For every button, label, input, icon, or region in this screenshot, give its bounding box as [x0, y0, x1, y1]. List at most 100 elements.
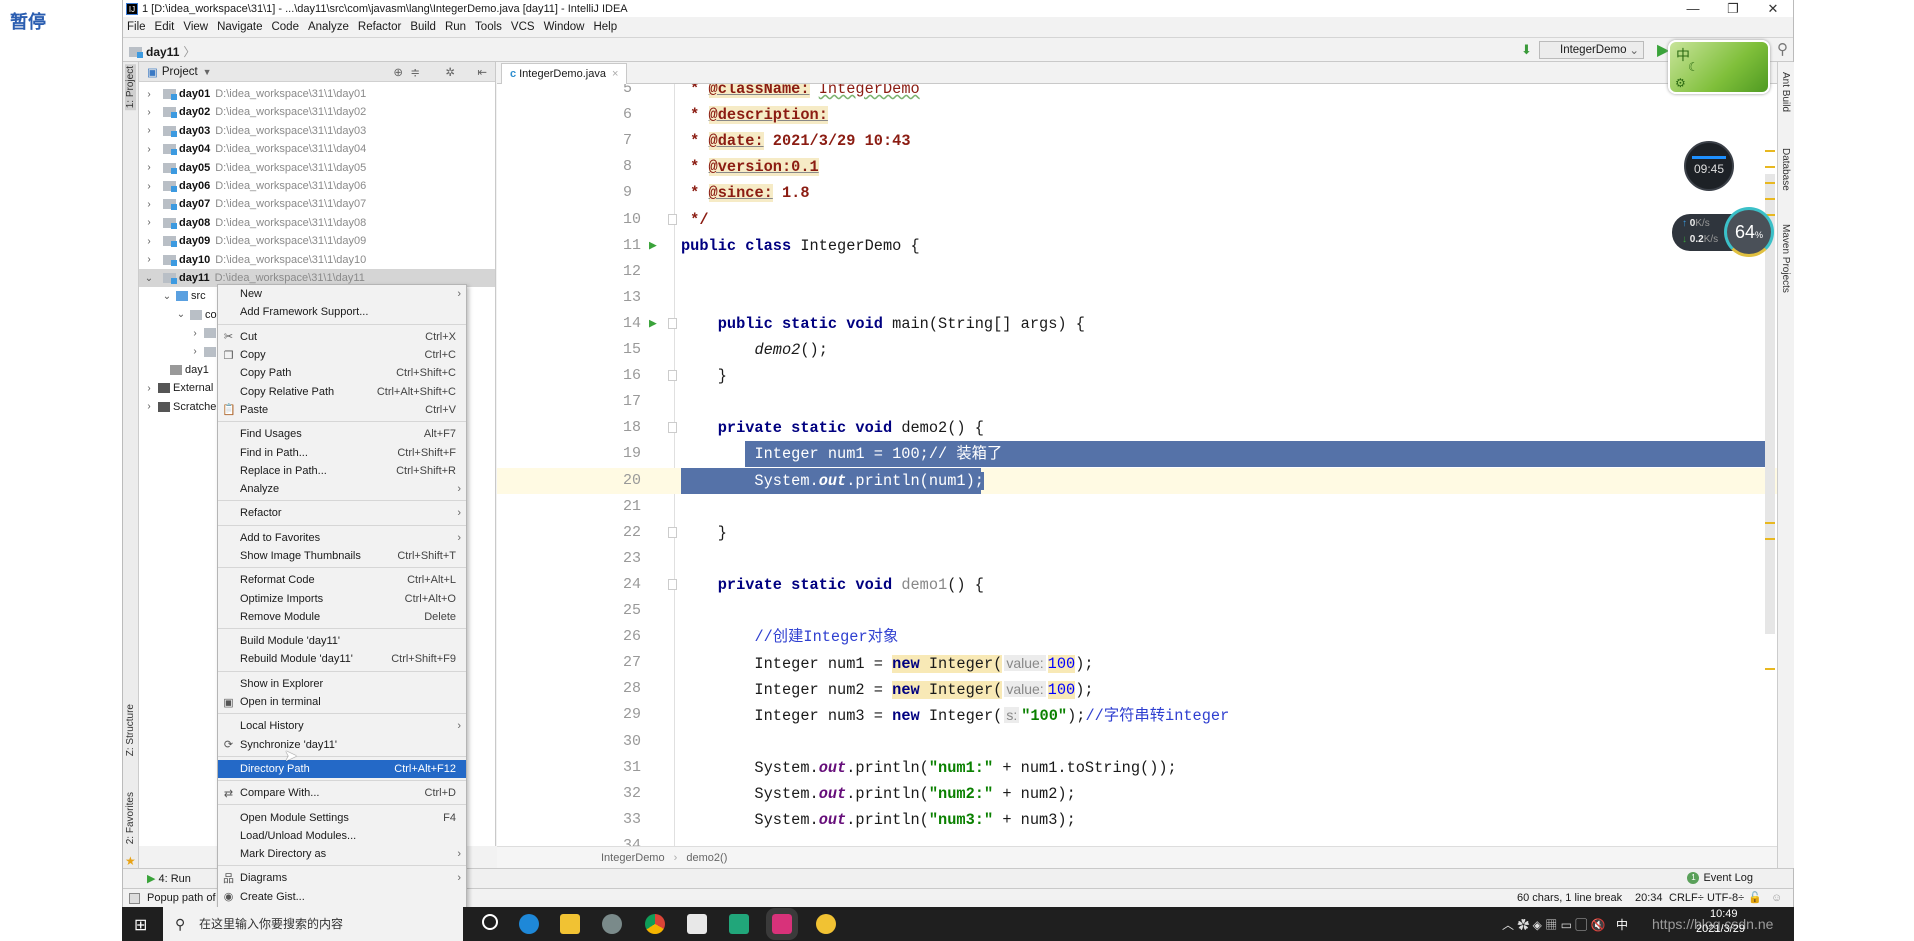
app-icon[interactable]: [602, 914, 622, 934]
line-separator[interactable]: CRLF÷: [1669, 889, 1704, 907]
menu-item-mark-directory-as[interactable]: Mark Directory as ›: [218, 845, 466, 863]
pycharm-icon[interactable]: [729, 914, 749, 934]
code-line[interactable]: 17: [497, 389, 1777, 415]
run-gutter-icon[interactable]: ▶: [649, 233, 657, 259]
nav-breadcrumb[interactable]: day11 〉: [129, 43, 195, 60]
event-log-button[interactable]: 1 Event Log: [1687, 872, 1753, 884]
code-line[interactable]: 24 private static void demo1() {: [497, 572, 1777, 598]
ant-build-tool-button[interactable]: Ant Build: [1780, 72, 1791, 112]
menu-file[interactable]: File: [127, 21, 146, 33]
error-stripe-mark[interactable]: [1765, 182, 1775, 184]
menu-tools[interactable]: Tools: [475, 21, 502, 33]
error-stripe-mark[interactable]: [1765, 522, 1775, 524]
code-line[interactable]: 11 ▶ public class IntegerDemo {: [497, 233, 1777, 259]
code-line[interactable]: 13: [497, 285, 1777, 311]
code-line[interactable]: 21: [497, 494, 1777, 520]
code-line[interactable]: 12: [497, 259, 1777, 285]
code-line[interactable]: 14 ▶ public static void main(String[] arg…: [497, 311, 1777, 337]
menu-item-open-module-settings[interactable]: Open Module Settings F4: [218, 808, 466, 826]
run-gutter-icon[interactable]: ▶: [649, 311, 657, 337]
chevron-down-icon[interactable]: ⌄: [175, 309, 187, 320]
taskbar-clock-time[interactable]: 10:49: [1710, 908, 1738, 920]
fold-icon[interactable]: [668, 370, 677, 382]
sort-icon[interactable]: ⬇: [1521, 42, 1532, 58]
close-tab-icon[interactable]: ×: [612, 68, 618, 80]
code-line[interactable]: 29 Integer num3 = new Integer(s: "100");/…: [497, 702, 1777, 728]
menu-run[interactable]: Run: [445, 21, 466, 33]
menu-item-load-unload-modules[interactable]: Load/Unload Modules...: [218, 827, 466, 845]
code-line[interactable]: 22 }: [497, 520, 1777, 546]
tree-item-module[interactable]: › day03 D:\idea_workspace\31\1\day03: [139, 122, 495, 140]
cortana-icon[interactable]: [482, 914, 498, 930]
code-line[interactable]: 10 */: [497, 207, 1777, 233]
inspector-icon[interactable]: ☺: [1771, 889, 1782, 907]
chevron-right-icon[interactable]: ›: [143, 401, 155, 412]
menu-item-copy-relative-path[interactable]: Copy Relative Path Ctrl+Alt+Shift+C: [218, 382, 466, 400]
help-icon[interactable]: [816, 914, 836, 934]
menu-item-build-module-day11[interactable]: Build Module 'day11': [218, 632, 466, 650]
menu-item-compare-with[interactable]: ⇄ Compare With... Ctrl+D: [218, 784, 466, 802]
code-line[interactable]: 23: [497, 546, 1777, 572]
chevron-down-icon[interactable]: ⌄: [161, 291, 173, 302]
error-stripe-mark[interactable]: [1765, 150, 1775, 152]
menu-view[interactable]: View: [183, 21, 208, 33]
structure-tool-button[interactable]: Z: Structure: [125, 704, 136, 756]
fold-icon[interactable]: [668, 422, 677, 434]
taskbar-clock-date[interactable]: 2021/3/29: [1696, 923, 1745, 935]
gear-icon[interactable]: ⚙: [1675, 76, 1686, 90]
tree-item-module[interactable]: › day04 D:\idea_workspace\31\1\day04: [139, 140, 495, 158]
menu-item-create-gist[interactable]: ◉ Create Gist...: [218, 888, 466, 906]
code-line[interactable]: 16 }: [497, 363, 1777, 389]
code-line[interactable]: 6 * @description:: [497, 102, 1777, 128]
menu-item-show-in-explorer[interactable]: Show in Explorer: [218, 675, 466, 693]
tree-item-module[interactable]: › day02 D:\idea_workspace\31\1\day02: [139, 103, 495, 121]
chevron-right-icon[interactable]: ›: [189, 328, 201, 339]
code-line[interactable]: 20 System.out.println(num1);: [497, 467, 1777, 494]
maven-tool-button[interactable]: Maven Projects: [1780, 224, 1791, 293]
database-tool-button[interactable]: Database: [1780, 148, 1791, 191]
menu-item-cut[interactable]: ✂ Cut Ctrl+X: [218, 328, 466, 346]
menu-navigate[interactable]: Navigate: [217, 21, 262, 33]
menu-item-refactor[interactable]: Refactor ›: [218, 504, 466, 522]
code-line[interactable]: 32 System.out.println("num2:" + num2);: [497, 781, 1777, 807]
menu-item-rebuild-module-day11[interactable]: Rebuild Module 'day11' Ctrl+Shift+F9: [218, 650, 466, 668]
menu-item-optimize-imports[interactable]: Optimize Imports Ctrl+Alt+O: [218, 589, 466, 607]
menu-analyze[interactable]: Analyze: [308, 21, 349, 33]
chevron-right-icon[interactable]: ›: [143, 162, 155, 173]
chevron-down-icon[interactable]: ⌄: [143, 273, 155, 284]
run-config-dropdown[interactable]: IntegerDemo ⌄: [1539, 41, 1644, 59]
error-stripe-mark[interactable]: [1765, 668, 1775, 670]
code-line[interactable]: 34: [497, 833, 1777, 846]
code-line[interactable]: 19 Integer num1 = 100;// 装箱了: [497, 441, 1777, 468]
fold-icon[interactable]: [668, 317, 677, 329]
project-tool-button[interactable]: 1: Project: [125, 64, 136, 111]
chevron-right-icon[interactable]: ›: [143, 383, 155, 394]
minimize-button[interactable]: —: [1673, 0, 1713, 17]
tab-integerdemo-java[interactable]: c IntegerDemo.java ×: [501, 63, 628, 84]
menu-item-local-history[interactable]: Local History ›: [218, 717, 466, 735]
menu-item-add-to-favorites[interactable]: Add to Favorites ›: [218, 529, 466, 547]
error-stripe-mark[interactable]: [1765, 538, 1775, 540]
code-line[interactable]: 31 System.out.println("num1:" + num1.toS…: [497, 755, 1777, 781]
error-stripe-mark[interactable]: [1765, 198, 1775, 200]
menu-vcs[interactable]: VCS: [511, 21, 535, 33]
tree-item-module[interactable]: › day09 D:\idea_workspace\31\1\day09: [139, 232, 495, 250]
menu-help[interactable]: Help: [593, 21, 617, 33]
fold-icon[interactable]: [668, 526, 677, 538]
chrome-icon[interactable]: [645, 914, 665, 934]
restore-button[interactable]: ❐: [1713, 0, 1753, 17]
menu-item-add-framework-support[interactable]: Add Framework Support...: [218, 303, 466, 321]
chevron-right-icon[interactable]: ›: [143, 199, 155, 210]
ime-widget[interactable]: 中 ☾ ⚙: [1668, 40, 1770, 94]
edge-icon[interactable]: [519, 914, 539, 934]
chevron-right-icon[interactable]: ›: [189, 346, 201, 357]
code-line[interactable]: 18 private static void demo2() {: [497, 415, 1777, 441]
chevron-right-icon[interactable]: ›: [143, 125, 155, 136]
code-line[interactable]: 26 //创建Integer对象: [497, 624, 1777, 650]
error-stripe-mark[interactable]: [1765, 166, 1775, 168]
locate-icon[interactable]: ⊕: [393, 65, 403, 79]
breadcrumb-method[interactable]: demo2(): [686, 852, 727, 864]
gear-icon[interactable]: ✲: [445, 65, 455, 79]
close-button[interactable]: ✕: [1753, 0, 1793, 17]
code-line[interactable]: 25: [497, 598, 1777, 624]
